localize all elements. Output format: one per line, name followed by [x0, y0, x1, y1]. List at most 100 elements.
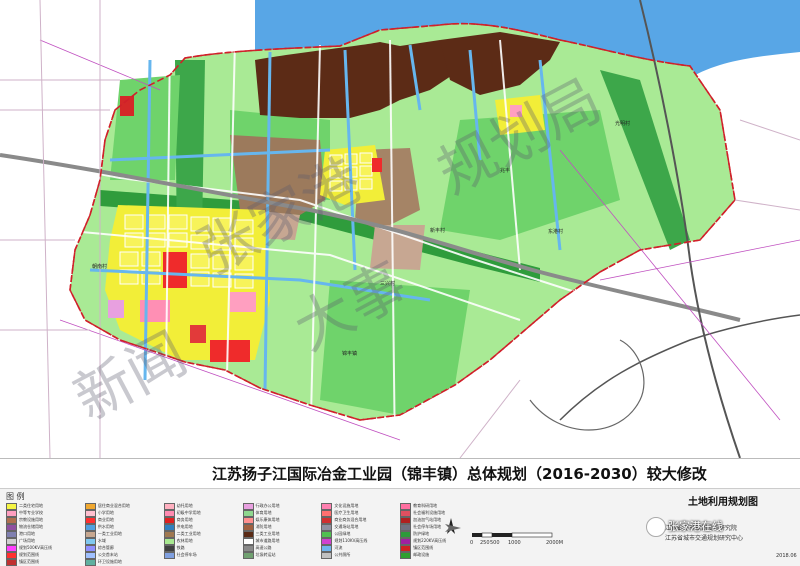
legend-item: 垃圾转运站 [242, 552, 319, 559]
legend-item: 居住商业混合用地 [84, 503, 161, 510]
legend-label: 二类工业用地 [176, 531, 201, 537]
legend-swatch [163, 545, 175, 552]
org-line-2: 江苏省城市交通规划研究中心 [665, 535, 744, 542]
legend-label: 商业用地 [97, 517, 114, 523]
map-label-7: 兆丰 [500, 167, 510, 174]
legend-swatch [321, 538, 333, 545]
legend-swatch [400, 517, 412, 524]
legend-swatch [321, 503, 333, 510]
legend-item: 供水用地 [84, 524, 161, 531]
legend-item: 农林用地 [163, 538, 240, 545]
legend-label: 城市道路用地 [255, 538, 280, 544]
legend-item: 社会停车场用地 [400, 524, 476, 531]
legend-swatch [84, 510, 96, 517]
legend-swatch [84, 517, 96, 524]
map-label-3: 新丰村 [430, 227, 445, 234]
legend-swatch [321, 531, 333, 538]
legend-item: 规划500KV高压线 [6, 545, 82, 552]
plan-date: 2018.06 [776, 553, 797, 559]
legend-swatch [6, 531, 17, 538]
legend-swatch [321, 510, 333, 517]
legend-label: 医疗卫生用地 [334, 510, 359, 516]
legend-label: 公共厕所 [334, 552, 351, 558]
legend-item: 中等专业学校 [6, 510, 82, 517]
legend-label: 交通场站用地 [334, 524, 359, 530]
legend-item: 邮政设施 [400, 552, 476, 559]
legend-swatch [6, 538, 17, 545]
legend-label: 综合管廊 [97, 545, 114, 551]
map-label-1: 朝南村 [92, 263, 107, 270]
legend-item: 二类住宅用地 [6, 503, 82, 510]
legend-label: 规划500KV高压线 [19, 545, 52, 551]
legend-swatch [163, 531, 175, 538]
land-use-map: 朝南村 三兴村 新丰村 锦丰镇 东港村 光明村 兆丰 [0, 0, 800, 458]
legend-item: 体育用地 [242, 510, 319, 517]
legend-swatch [242, 538, 254, 545]
legend-label: 防护绿地 [413, 531, 430, 537]
legend-item: 文化设施用地 [321, 503, 397, 510]
legend-item: 交通场站用地 [321, 524, 397, 531]
legend-label: 镇区范围线 [19, 559, 39, 565]
legend-label: 体育用地 [255, 510, 272, 516]
legend-label: 商业商务混合用地 [334, 517, 367, 523]
legend-label: 水域 [97, 538, 106, 544]
map-label-4: 锦丰镇 [342, 350, 357, 357]
legend-swatch [400, 545, 412, 552]
legend-swatch [163, 552, 175, 559]
legend-label: 居住商业混合用地 [97, 503, 130, 509]
legend-label: 社会福利设施用地 [413, 510, 446, 516]
legend-swatch [6, 517, 17, 524]
scale-label-4: 2000M [546, 540, 564, 546]
legend-label: 宗教设施用地 [19, 517, 43, 523]
legend-label: 一类工业用地 [97, 531, 122, 537]
legend-item: 幼托用地 [163, 503, 240, 510]
legend-swatch [400, 524, 412, 531]
legend-swatch [400, 503, 412, 510]
legend-swatch [242, 510, 254, 517]
legend-label: 供水用地 [97, 524, 114, 530]
title-band: 江苏扬子江国际冶金工业园（锦丰镇）总体规划（2016-2030）较大修改 [0, 458, 800, 489]
legend-swatch [242, 545, 254, 552]
legend-label: 社会停车场 [176, 552, 197, 558]
legend-swatch [84, 524, 96, 531]
legend-item: 镇区范围线 [400, 545, 476, 552]
legend-label: 公园绿地 [334, 531, 351, 537]
public-block-2 [230, 292, 256, 312]
legend-label: 社会停车场用地 [413, 524, 442, 530]
legend-item: 公共厕所 [321, 552, 397, 559]
legend-label: 规划110KV高压线 [334, 538, 368, 544]
legend-item: 初级中学用地 [163, 510, 240, 517]
commercial-block-4 [190, 325, 206, 343]
legend-label: 娱乐康体用地 [255, 517, 280, 523]
legend-item: 教育科研用地 [400, 503, 476, 510]
legend-swatch [321, 524, 333, 531]
legend-swatch [163, 517, 175, 524]
legend-label: 环卫设施用地 [97, 559, 122, 565]
legend-item: 公交首末站 [84, 552, 161, 559]
legend-label: 二类住宅用地 [19, 503, 43, 509]
map-name: 土地利用规划图 [688, 497, 758, 508]
legend-swatch [400, 531, 412, 538]
legend-item: 商业商务混合用地 [321, 517, 397, 524]
legend-item: 三类工业用地 [242, 531, 319, 538]
legend-item: 社会福利设施用地 [400, 510, 476, 517]
legend-label: 公交首末站 [97, 552, 118, 558]
legend-label: 教育科研用地 [413, 503, 438, 509]
legend-item: 水域 [84, 538, 161, 545]
map-label-6: 光明村 [615, 120, 630, 127]
wechat-logo-icon [646, 517, 666, 537]
legend-swatch [321, 517, 333, 524]
legend-item: 消防用地 [242, 524, 319, 531]
legend-swatch [400, 538, 412, 545]
legend-item: 商业用地 [84, 517, 161, 524]
legend-item: 小学用地 [84, 510, 161, 517]
legend-label: 广场用地 [19, 538, 35, 544]
commercial-north [372, 158, 382, 172]
legend-item: 物流仓储用地 [6, 524, 82, 531]
commercial-block-2 [210, 340, 250, 362]
legend-label: 规划220KV高压线 [413, 538, 447, 544]
legend-item: 高速公路 [242, 545, 319, 552]
legend-item: 公园绿地 [321, 531, 397, 538]
legend-label: 铁路 [176, 545, 185, 551]
legend-swatch [242, 503, 254, 510]
